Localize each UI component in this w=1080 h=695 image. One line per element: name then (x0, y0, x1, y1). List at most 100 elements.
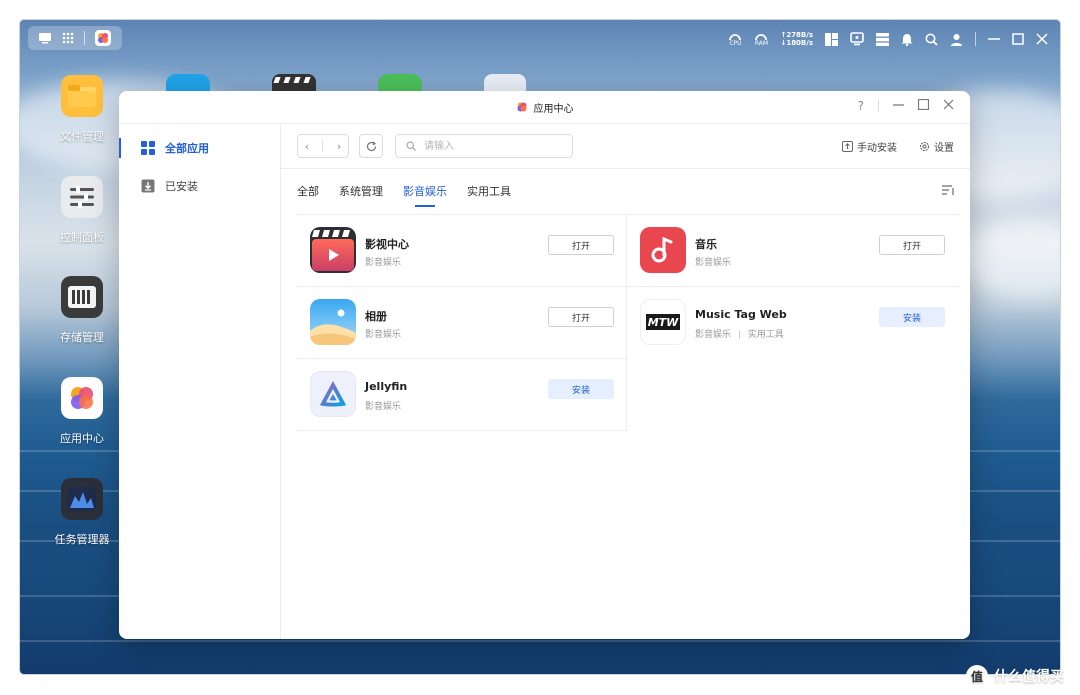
maximize-button[interactable] (917, 98, 930, 113)
app-name: Jellyfin (365, 380, 408, 393)
app-grid-icon[interactable] (62, 32, 74, 44)
search-input[interactable] (422, 139, 566, 153)
tray-divider (975, 32, 976, 46)
control-panel-icon (61, 176, 103, 218)
ram-label: RAM (754, 40, 769, 47)
app-category-2: 实用工具 (747, 330, 784, 340)
open-button[interactable]: 打开 (548, 235, 614, 255)
desktop-icon-label: 应用中心 (60, 432, 104, 445)
task-manager-icon (61, 478, 103, 520)
tab-audio-video[interactable]: 影音娱乐 (403, 183, 447, 207)
show-desktop-icon[interactable] (38, 32, 52, 44)
search-box[interactable] (395, 134, 573, 158)
maximize-icon[interactable] (1012, 33, 1024, 45)
app-category: 影音娱乐 (365, 402, 402, 412)
window-controls-divider (878, 100, 879, 112)
net-up-speed: ↑278B/s (780, 31, 813, 39)
download-box-icon (141, 179, 155, 193)
watermark-logo-icon: 值 (966, 665, 988, 687)
network-speed[interactable]: ↑278B/s ↓180B/s (780, 31, 813, 47)
app-category: 影音娱乐 (695, 258, 732, 268)
user-icon[interactable] (950, 33, 963, 46)
ram-gauge-icon[interactable]: RAM (754, 31, 768, 47)
jellyfin-icon (310, 371, 356, 417)
photos-icon (310, 299, 356, 345)
top-bar: CPU RAM ↑278B/s ↓180B/s (20, 20, 1060, 58)
window-titlebar[interactable]: 应用中心 ? (119, 91, 970, 124)
app-card-jellyfin[interactable]: Jellyfin 影音娱乐 安装 (297, 359, 627, 430)
film-center-icon (310, 227, 356, 273)
app-grid: 影视中心 影音娱乐 打开 音乐 影音娱乐 打开 相册 影音娱乐 打开 MTW M… (297, 214, 959, 431)
taskbar-divider (84, 31, 85, 45)
search-icon (406, 141, 416, 151)
manual-install-button[interactable]: 手动安装 (842, 139, 897, 154)
desktop-icon-app-center[interactable]: 应用中心 (42, 377, 122, 446)
music-tag-web-icon: MTW (640, 299, 686, 345)
search-icon[interactable] (925, 33, 938, 46)
app-row: Jellyfin 影音娱乐 安装 (297, 358, 628, 431)
app-card-photos[interactable]: 相册 影音娱乐 打开 (297, 287, 627, 358)
desktop-icon-control-panel[interactable]: 控制面板 (42, 176, 122, 245)
window-title: 应用中心 (533, 103, 574, 115)
tab-system-management[interactable]: 系统管理 (339, 183, 383, 207)
main-panel: ‹ › 手动安装 设置 (281, 124, 970, 639)
close-button[interactable] (943, 99, 954, 113)
desktop-icon-storage[interactable]: 存储管理 (42, 276, 122, 345)
sidebar-item-all-apps[interactable]: 全部应用 (119, 129, 280, 167)
net-down-speed: ↓180B/s (780, 39, 813, 47)
app-card-music-tag-web[interactable]: MTW Music Tag Web 影音娱乐 实用工具 安装 (627, 287, 957, 358)
sidebar: 全部应用 已安装 (119, 124, 281, 639)
category-tabs: 全部 系统管理 影音娱乐 实用工具 (297, 183, 531, 207)
settings-label: 设置 (934, 142, 954, 154)
install-button[interactable]: 安装 (879, 307, 945, 327)
window-controls: ? (858, 98, 954, 113)
app-category: 影音娱乐 (365, 330, 402, 340)
app-center-window: 应用中心 ? 全部应用 已安装 ‹ › 请输入 手动安装 设置 全部 系统管理 … (119, 91, 970, 639)
desktop-icon-file-manager[interactable]: 文件管理 (42, 75, 122, 144)
sort-filter-button[interactable] (942, 184, 954, 199)
settings-button[interactable]: 设置 (919, 139, 954, 154)
open-button[interactable]: 打开 (879, 235, 945, 255)
watermark-text: 什么值得买 (994, 669, 1064, 685)
back-button[interactable]: ‹ (305, 140, 309, 153)
storage-icon (61, 276, 103, 318)
minimize-button[interactable] (893, 99, 904, 113)
sidebar-item-label: 已安装 (165, 180, 198, 193)
music-icon (640, 227, 686, 273)
tab-utilities[interactable]: 实用工具 (467, 183, 511, 207)
sidebar-item-installed[interactable]: 已安装 (119, 167, 280, 205)
monitor-icon[interactable] (850, 32, 864, 46)
desktop-icon-label: 控制面板 (60, 231, 104, 244)
close-icon[interactable] (1036, 33, 1048, 45)
minimize-all-icon[interactable] (988, 33, 1000, 45)
app-row: 相册 影音娱乐 打开 MTW Music Tag Web 影音娱乐 实用工具 安… (297, 286, 959, 358)
refresh-button[interactable] (359, 134, 383, 158)
help-button[interactable]: ? (858, 99, 864, 113)
app-center-taskbar-icon[interactable] (95, 30, 111, 46)
tab-all[interactable]: 全部 (297, 183, 319, 207)
gear-icon (919, 141, 930, 151)
taskbar-left (28, 26, 122, 50)
widgets-icon[interactable] (825, 32, 838, 46)
nav-buttons: ‹ › (297, 134, 349, 158)
bell-icon[interactable] (901, 33, 913, 46)
app-name: 相册 (365, 310, 387, 323)
folder-icon (61, 75, 103, 117)
install-button[interactable]: 安装 (548, 379, 614, 399)
app-row: 影视中心 影音娱乐 打开 音乐 影音娱乐 打开 (297, 214, 959, 286)
cpu-gauge-icon[interactable]: CPU (728, 31, 742, 47)
toolbar-actions: 手动安装 设置 (842, 139, 954, 154)
nav-divider (322, 140, 324, 152)
toolbar: ‹ › 手动安装 设置 (297, 133, 954, 159)
system-tray: CPU RAM ↑278B/s ↓180B/s (728, 28, 1048, 50)
storage-tray-icon[interactable] (876, 32, 889, 46)
manual-install-label: 手动安装 (857, 142, 897, 154)
desktop-icon-task-manager[interactable]: 任务管理器 (42, 478, 122, 547)
app-card-music[interactable]: 音乐 影音娱乐 打开 (627, 215, 957, 286)
app-category: 影音娱乐 (365, 258, 402, 268)
open-button[interactable]: 打开 (548, 307, 614, 327)
app-card-film-center[interactable]: 影视中心 影音娱乐 打开 (297, 215, 627, 286)
forward-button[interactable]: › (337, 140, 341, 153)
app-category: 影音娱乐 实用工具 (695, 327, 784, 340)
app-center-icon (61, 377, 103, 419)
